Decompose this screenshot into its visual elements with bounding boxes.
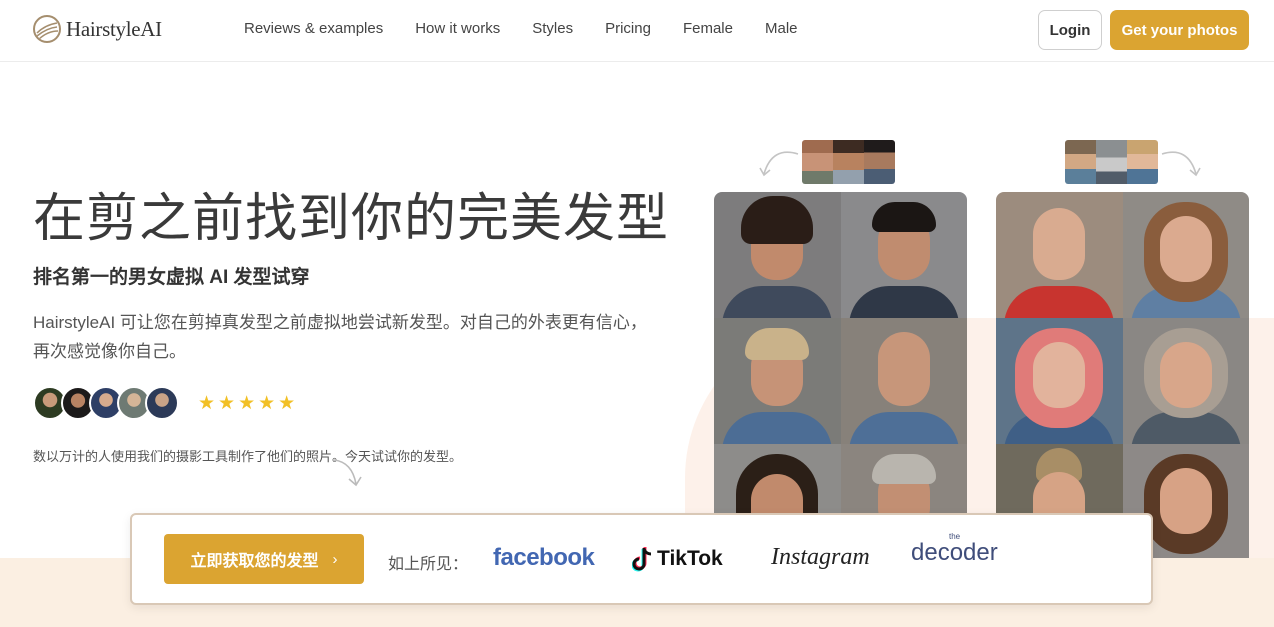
decoder-logo: the decoder <box>911 532 998 567</box>
hairstyle-photo[interactable] <box>840 192 967 318</box>
female-style-thumbnails <box>1065 140 1158 184</box>
tiktok-logo: TikTok <box>632 546 723 572</box>
get-hairstyle-button[interactable]: 立即获取您的发型 › <box>164 534 364 584</box>
male-style-thumbnails <box>802 140 895 184</box>
male-hairstyle-grid <box>714 192 967 558</box>
decoder-prefix: the <box>949 532 961 541</box>
logo-icon <box>33 15 61 43</box>
top-navigation: HairstyleAI Reviews & examples How it wo… <box>0 0 1274 62</box>
nav-link-how-it-works[interactable]: How it works <box>415 20 500 37</box>
hero-description: HairstyleAI 可让您在剪掉真发型之前虚拟地尝试新发型。对自己的外表更有… <box>33 313 647 361</box>
customer-avatars <box>33 386 179 420</box>
thumbnail <box>1127 140 1158 184</box>
hairstyle-photo[interactable] <box>996 318 1123 444</box>
nav-link-male[interactable]: Male <box>765 20 798 37</box>
logo[interactable]: HairstyleAI <box>33 15 162 43</box>
hairstyle-photo[interactable] <box>840 318 967 444</box>
nav-links: Reviews & examples How it works Styles P… <box>244 20 830 37</box>
curl-arrow-icon <box>1161 151 1201 177</box>
get-hairstyle-button-label: 立即获取您的发型 <box>190 553 319 570</box>
tiktok-label: TikTok <box>657 547 723 570</box>
hero-title: 在剪之前找到你的完美发型 <box>33 190 670 248</box>
login-button[interactable]: Login <box>1038 10 1102 50</box>
hairstyle-photo[interactable] <box>996 192 1123 318</box>
curl-arrow-icon <box>759 151 799 177</box>
arrow-down-icon <box>333 459 362 487</box>
users-note: 数以万计的人使用我们的摄影工具制作了他们的照片。今天试试你的发型。 <box>33 449 463 464</box>
facebook-logo: facebook <box>493 544 595 571</box>
female-hairstyle-grid <box>996 192 1249 558</box>
get-your-photos-button[interactable]: Get your photos <box>1110 10 1249 50</box>
rating-stars: ★★★★★ <box>198 393 299 414</box>
thumbnail <box>833 140 864 184</box>
hero-subtitle: 排名第一的男女虚拟 AI 发型试穿 <box>33 267 310 288</box>
logo-text: HairstyleAI <box>66 16 162 41</box>
nav-link-styles[interactable]: Styles <box>532 20 573 37</box>
cta-bar: 立即获取您的发型 › 如上所见： facebook TikTok Instagr… <box>130 513 1153 605</box>
instagram-logo: Instagram <box>771 544 870 570</box>
avatar <box>145 386 179 420</box>
nav-link-pricing[interactable]: Pricing <box>605 20 651 37</box>
hairstyle-photo[interactable] <box>714 192 841 318</box>
nav-link-female[interactable]: Female <box>683 20 733 37</box>
chevron-right-icon: › <box>332 550 338 568</box>
thumbnail <box>864 140 895 184</box>
hairstyle-photo[interactable] <box>714 318 841 444</box>
thumbnail <box>802 140 833 184</box>
as-seen-on-label: 如上所见： <box>388 556 469 573</box>
thumbnail <box>1065 140 1096 184</box>
decoder-label: decoder <box>911 539 998 566</box>
thumbnail <box>1096 140 1127 184</box>
nav-link-reviews[interactable]: Reviews & examples <box>244 20 383 37</box>
tiktok-icon <box>632 547 652 572</box>
hairstyle-photo[interactable] <box>1122 192 1249 318</box>
hairstyle-photo[interactable] <box>1122 318 1249 444</box>
